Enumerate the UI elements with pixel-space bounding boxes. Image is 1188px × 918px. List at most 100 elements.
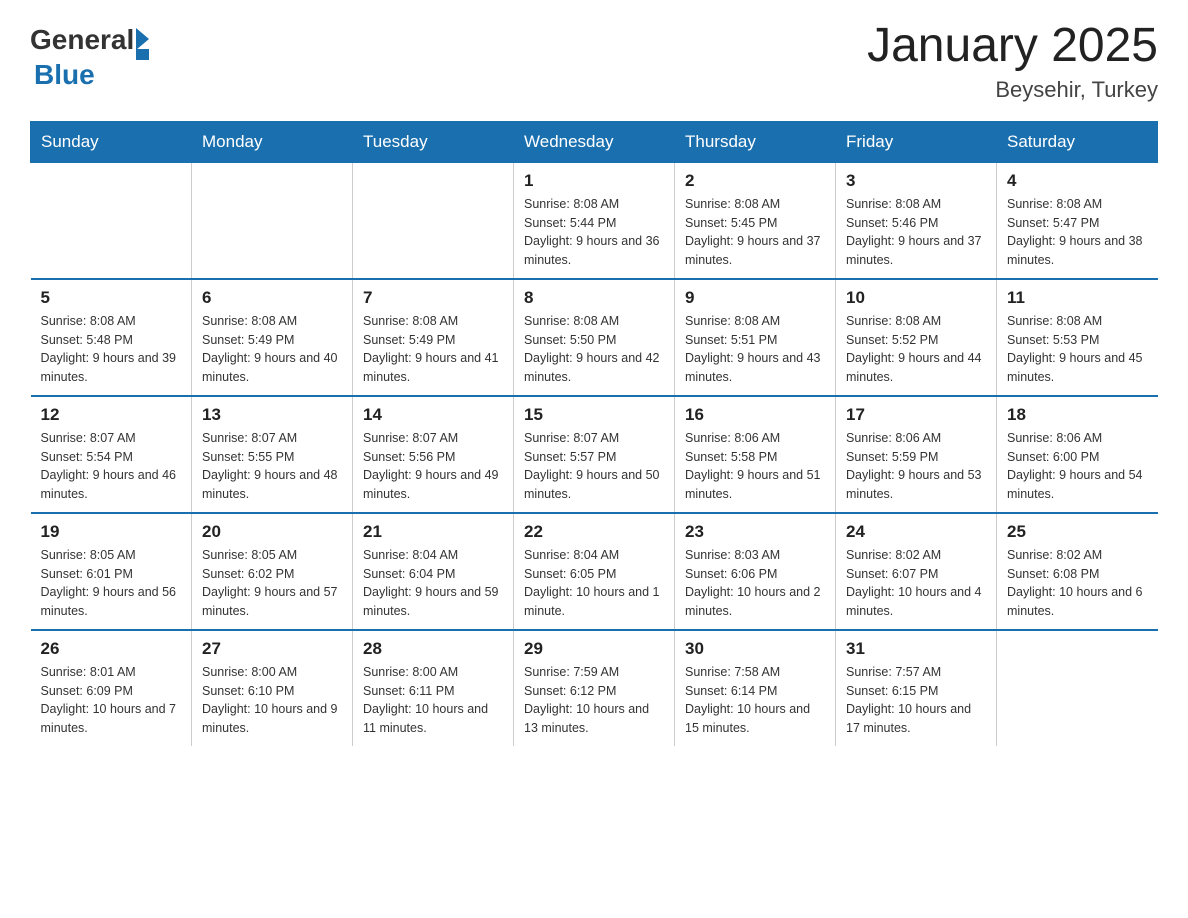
day-info: Sunrise: 8:08 AM Sunset: 5:49 PM Dayligh… <box>363 312 503 387</box>
day-info: Sunrise: 8:06 AM Sunset: 6:00 PM Dayligh… <box>1007 429 1148 504</box>
day-number: 6 <box>202 288 342 308</box>
day-number: 21 <box>363 522 503 542</box>
week-row-3: 12 Sunrise: 8:07 AM Sunset: 5:54 PM Dayli… <box>31 396 1158 513</box>
day-number: 25 <box>1007 522 1148 542</box>
day-number: 28 <box>363 639 503 659</box>
logo-general-text: General <box>30 25 134 56</box>
day-info: Sunrise: 8:07 AM Sunset: 5:57 PM Dayligh… <box>524 429 664 504</box>
location-title: Beysehir, Turkey <box>867 77 1158 103</box>
day-cell-26: 26 Sunrise: 8:01 AM Sunset: 6:09 PM Dayli… <box>31 630 192 746</box>
day-cell-11: 11 Sunrise: 8:08 AM Sunset: 5:53 PM Dayli… <box>997 279 1158 396</box>
day-header-wednesday: Wednesday <box>514 121 675 162</box>
empty-cell <box>31 162 192 279</box>
day-info: Sunrise: 8:08 AM Sunset: 5:50 PM Dayligh… <box>524 312 664 387</box>
week-row-2: 5 Sunrise: 8:08 AM Sunset: 5:48 PM Daylig… <box>31 279 1158 396</box>
day-number: 8 <box>524 288 664 308</box>
day-cell-23: 23 Sunrise: 8:03 AM Sunset: 6:06 PM Dayli… <box>675 513 836 630</box>
day-header-friday: Friday <box>836 121 997 162</box>
day-number: 15 <box>524 405 664 425</box>
day-cell-18: 18 Sunrise: 8:06 AM Sunset: 6:00 PM Dayli… <box>997 396 1158 513</box>
day-number: 9 <box>685 288 825 308</box>
day-info: Sunrise: 8:07 AM Sunset: 5:56 PM Dayligh… <box>363 429 503 504</box>
day-info: Sunrise: 7:58 AM Sunset: 6:14 PM Dayligh… <box>685 663 825 738</box>
day-number: 11 <box>1007 288 1148 308</box>
day-cell-12: 12 Sunrise: 8:07 AM Sunset: 5:54 PM Dayli… <box>31 396 192 513</box>
logo-icon: General Blue <box>30 20 149 91</box>
day-info: Sunrise: 7:57 AM Sunset: 6:15 PM Dayligh… <box>846 663 986 738</box>
days-header-row: SundayMondayTuesdayWednesdayThursdayFrid… <box>31 121 1158 162</box>
day-number: 26 <box>41 639 182 659</box>
day-info: Sunrise: 8:03 AM Sunset: 6:06 PM Dayligh… <box>685 546 825 621</box>
day-number: 22 <box>524 522 664 542</box>
day-number: 18 <box>1007 405 1148 425</box>
empty-cell <box>192 162 353 279</box>
day-cell-31: 31 Sunrise: 7:57 AM Sunset: 6:15 PM Dayli… <box>836 630 997 746</box>
day-info: Sunrise: 8:08 AM Sunset: 5:52 PM Dayligh… <box>846 312 986 387</box>
day-cell-1: 1Sunrise: 8:08 AM Sunset: 5:44 PM Daylig… <box>514 162 675 279</box>
day-cell-7: 7Sunrise: 8:08 AM Sunset: 5:49 PM Daylig… <box>353 279 514 396</box>
day-cell-29: 29Sunrise: 7:59 AM Sunset: 6:12 PM Dayli… <box>514 630 675 746</box>
day-info: Sunrise: 8:02 AM Sunset: 6:07 PM Dayligh… <box>846 546 986 621</box>
day-info: Sunrise: 8:08 AM Sunset: 5:47 PM Dayligh… <box>1007 195 1148 270</box>
day-cell-22: 22 Sunrise: 8:04 AM Sunset: 6:05 PM Dayli… <box>514 513 675 630</box>
day-number: 2 <box>685 171 825 191</box>
day-info: Sunrise: 8:06 AM Sunset: 5:58 PM Dayligh… <box>685 429 825 504</box>
day-cell-27: 27 Sunrise: 8:00 AM Sunset: 6:10 PM Dayli… <box>192 630 353 746</box>
day-number: 3 <box>846 171 986 191</box>
day-info: Sunrise: 8:00 AM Sunset: 6:11 PM Dayligh… <box>363 663 503 738</box>
day-cell-17: 17Sunrise: 8:06 AM Sunset: 5:59 PM Dayli… <box>836 396 997 513</box>
day-number: 12 <box>41 405 182 425</box>
day-info: Sunrise: 8:08 AM Sunset: 5:46 PM Dayligh… <box>846 195 986 270</box>
day-number: 16 <box>685 405 825 425</box>
day-cell-5: 5 Sunrise: 8:08 AM Sunset: 5:48 PM Daylig… <box>31 279 192 396</box>
day-info: Sunrise: 8:02 AM Sunset: 6:08 PM Dayligh… <box>1007 546 1148 621</box>
week-row-1: 1Sunrise: 8:08 AM Sunset: 5:44 PM Daylig… <box>31 162 1158 279</box>
day-number: 19 <box>41 522 182 542</box>
day-cell-6: 6Sunrise: 8:08 AM Sunset: 5:49 PM Daylig… <box>192 279 353 396</box>
day-info: Sunrise: 8:05 AM Sunset: 6:01 PM Dayligh… <box>41 546 182 621</box>
day-info: Sunrise: 8:07 AM Sunset: 5:54 PM Dayligh… <box>41 429 182 504</box>
day-info: Sunrise: 8:08 AM Sunset: 5:45 PM Dayligh… <box>685 195 825 270</box>
week-row-4: 19 Sunrise: 8:05 AM Sunset: 6:01 PM Dayli… <box>31 513 1158 630</box>
day-info: Sunrise: 8:08 AM Sunset: 5:51 PM Dayligh… <box>685 312 825 387</box>
day-number: 10 <box>846 288 986 308</box>
day-header-sunday: Sunday <box>31 121 192 162</box>
day-cell-2: 2 Sunrise: 8:08 AM Sunset: 5:45 PM Daylig… <box>675 162 836 279</box>
day-number: 30 <box>685 639 825 659</box>
day-cell-14: 14 Sunrise: 8:07 AM Sunset: 5:56 PM Dayli… <box>353 396 514 513</box>
day-info: Sunrise: 8:04 AM Sunset: 6:05 PM Dayligh… <box>524 546 664 621</box>
day-info: Sunrise: 8:01 AM Sunset: 6:09 PM Dayligh… <box>41 663 182 738</box>
day-cell-4: 4 Sunrise: 8:08 AM Sunset: 5:47 PM Daylig… <box>997 162 1158 279</box>
day-number: 27 <box>202 639 342 659</box>
day-number: 5 <box>41 288 182 308</box>
day-info: Sunrise: 7:59 AM Sunset: 6:12 PM Dayligh… <box>524 663 664 738</box>
day-cell-28: 28 Sunrise: 8:00 AM Sunset: 6:11 PM Dayli… <box>353 630 514 746</box>
day-info: Sunrise: 8:08 AM Sunset: 5:53 PM Dayligh… <box>1007 312 1148 387</box>
day-info: Sunrise: 8:08 AM Sunset: 5:48 PM Dayligh… <box>41 312 182 387</box>
logo: General Blue <box>30 20 149 91</box>
day-info: Sunrise: 8:07 AM Sunset: 5:55 PM Dayligh… <box>202 429 342 504</box>
week-row-5: 26 Sunrise: 8:01 AM Sunset: 6:09 PM Dayli… <box>31 630 1158 746</box>
day-cell-13: 13 Sunrise: 8:07 AM Sunset: 5:55 PM Dayli… <box>192 396 353 513</box>
day-number: 31 <box>846 639 986 659</box>
day-number: 4 <box>1007 171 1148 191</box>
day-number: 13 <box>202 405 342 425</box>
page-header: General Blue January 2025 Beysehir, Turk… <box>30 20 1158 103</box>
calendar-table: SundayMondayTuesdayWednesdayThursdayFrid… <box>30 121 1158 746</box>
day-info: Sunrise: 8:05 AM Sunset: 6:02 PM Dayligh… <box>202 546 342 621</box>
day-number: 14 <box>363 405 503 425</box>
day-cell-10: 10 Sunrise: 8:08 AM Sunset: 5:52 PM Dayli… <box>836 279 997 396</box>
day-cell-30: 30 Sunrise: 7:58 AM Sunset: 6:14 PM Dayli… <box>675 630 836 746</box>
day-cell-16: 16 Sunrise: 8:06 AM Sunset: 5:58 PM Dayli… <box>675 396 836 513</box>
day-header-tuesday: Tuesday <box>353 121 514 162</box>
title-block: January 2025 Beysehir, Turkey <box>867 20 1158 103</box>
empty-cell <box>997 630 1158 746</box>
day-info: Sunrise: 8:00 AM Sunset: 6:10 PM Dayligh… <box>202 663 342 738</box>
day-info: Sunrise: 8:04 AM Sunset: 6:04 PM Dayligh… <box>363 546 503 621</box>
day-number: 1 <box>524 171 664 191</box>
day-cell-15: 15 Sunrise: 8:07 AM Sunset: 5:57 PM Dayli… <box>514 396 675 513</box>
day-header-thursday: Thursday <box>675 121 836 162</box>
day-number: 23 <box>685 522 825 542</box>
day-number: 20 <box>202 522 342 542</box>
month-title: January 2025 <box>867 20 1158 73</box>
